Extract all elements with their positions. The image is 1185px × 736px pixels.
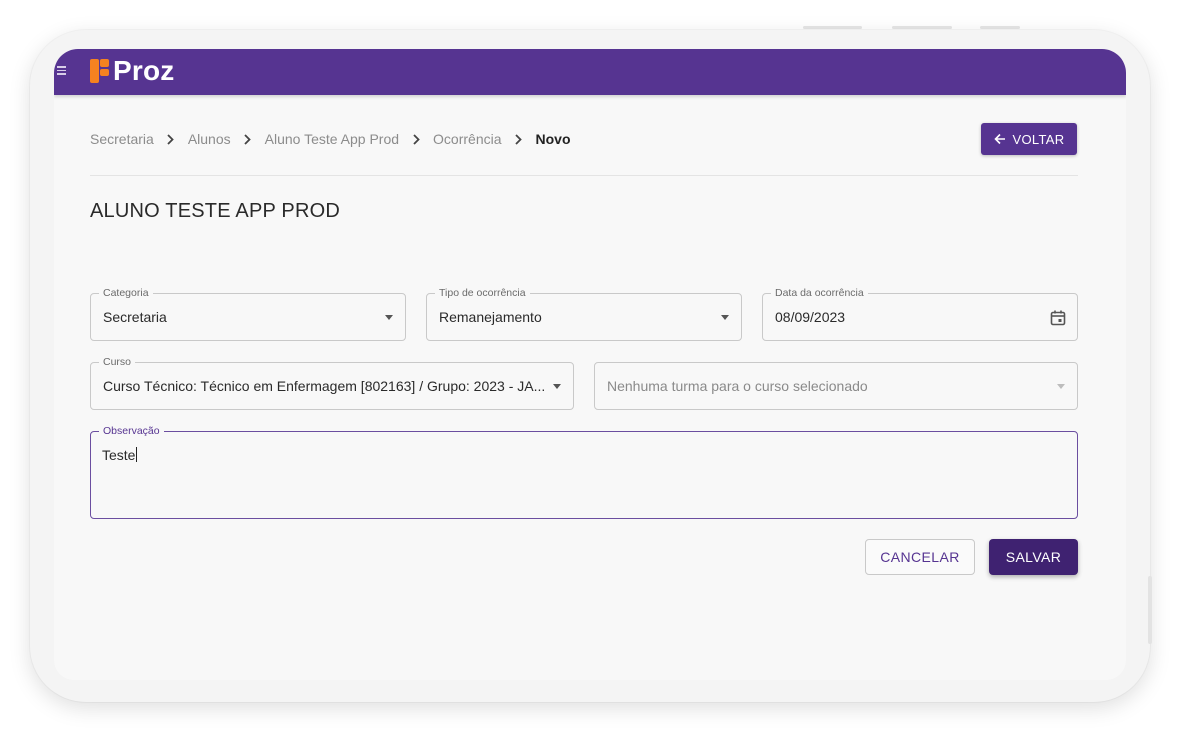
observacao-label: Observação — [99, 425, 164, 437]
brand-name: Proz — [113, 55, 175, 86]
status-indicator-dash — [892, 26, 952, 29]
chevron-down-icon[interactable] — [721, 315, 729, 320]
categoria-label: Categoria — [99, 287, 153, 299]
tablet-side-button — [1148, 576, 1152, 644]
breadcrumb-item-alunos[interactable]: Alunos — [188, 131, 231, 147]
curso-label: Curso — [99, 356, 136, 368]
status-indicator-dash — [803, 26, 862, 29]
back-button[interactable]: VOLTAR — [981, 123, 1077, 155]
observacao-value: Teste — [102, 447, 136, 463]
chevron-down-icon[interactable] — [1057, 384, 1065, 389]
chevron-right-icon — [399, 133, 433, 145]
observacao-value-wrap: Teste — [102, 447, 138, 463]
app-screen: Proz Secretaria Alunos Aluno Teste App P… — [54, 49, 1126, 680]
curso-select[interactable]: Curso Curso Técnico: Técnico em Enfermag… — [90, 356, 574, 410]
curso-value: Curso Técnico: Técnico em Enfermagem [80… — [103, 378, 546, 394]
breadcrumb-item-ocorrencia[interactable]: Ocorrência — [433, 131, 501, 147]
tipo-ocorrencia-label: Tipo de ocorrência — [435, 287, 530, 299]
categoria-value: Secretaria — [103, 309, 167, 325]
status-indicator-dash — [980, 26, 1020, 29]
text-cursor — [136, 447, 138, 462]
categoria-select[interactable]: Categoria Secretaria — [90, 287, 406, 341]
breadcrumb-item-aluno[interactable]: Aluno Teste App Prod — [265, 131, 399, 147]
chevron-right-icon — [231, 133, 265, 145]
menu-icon[interactable] — [57, 66, 66, 75]
proz-logo-mark-icon — [90, 57, 110, 85]
turma-placeholder: Nenhuma turma para o curso selecionado — [607, 378, 868, 394]
data-ocorrencia-field[interactable]: Data da ocorrência 08/09/2023 — [762, 287, 1078, 341]
tipo-ocorrencia-select[interactable]: Tipo de ocorrência Remanejamento — [426, 287, 742, 341]
data-ocorrencia-label: Data da ocorrência — [771, 287, 868, 299]
chevron-down-icon[interactable] — [553, 384, 561, 389]
breadcrumb-current: Novo — [535, 131, 571, 147]
observacao-textarea[interactable]: Observação Teste — [90, 425, 1078, 519]
turma-select[interactable]: Nenhuma turma para o curso selecionado — [594, 362, 1078, 410]
save-button[interactable]: SALVAR — [989, 539, 1078, 575]
breadcrumb-item-secretaria[interactable]: Secretaria — [90, 131, 154, 147]
breadcrumb: Secretaria Alunos Aluno Teste App Prod O… — [90, 130, 571, 148]
chevron-right-icon — [502, 133, 536, 145]
data-ocorrencia-value: 08/09/2023 — [775, 309, 846, 325]
tipo-ocorrencia-value: Remanejamento — [439, 309, 542, 325]
arrow-left-icon — [993, 133, 1005, 145]
page-title: ALUNO TESTE APP PROD — [90, 200, 341, 222]
divider — [90, 175, 1078, 176]
chevron-down-icon[interactable] — [385, 315, 393, 320]
back-button-label: VOLTAR — [1012, 131, 1065, 147]
proz-logo[interactable]: Proz — [90, 54, 174, 88]
cancel-button[interactable]: CANCELAR — [865, 539, 975, 575]
chevron-right-icon — [154, 133, 188, 145]
app-bar: Proz — [54, 49, 1126, 95]
calendar-icon[interactable] — [1048, 308, 1068, 328]
